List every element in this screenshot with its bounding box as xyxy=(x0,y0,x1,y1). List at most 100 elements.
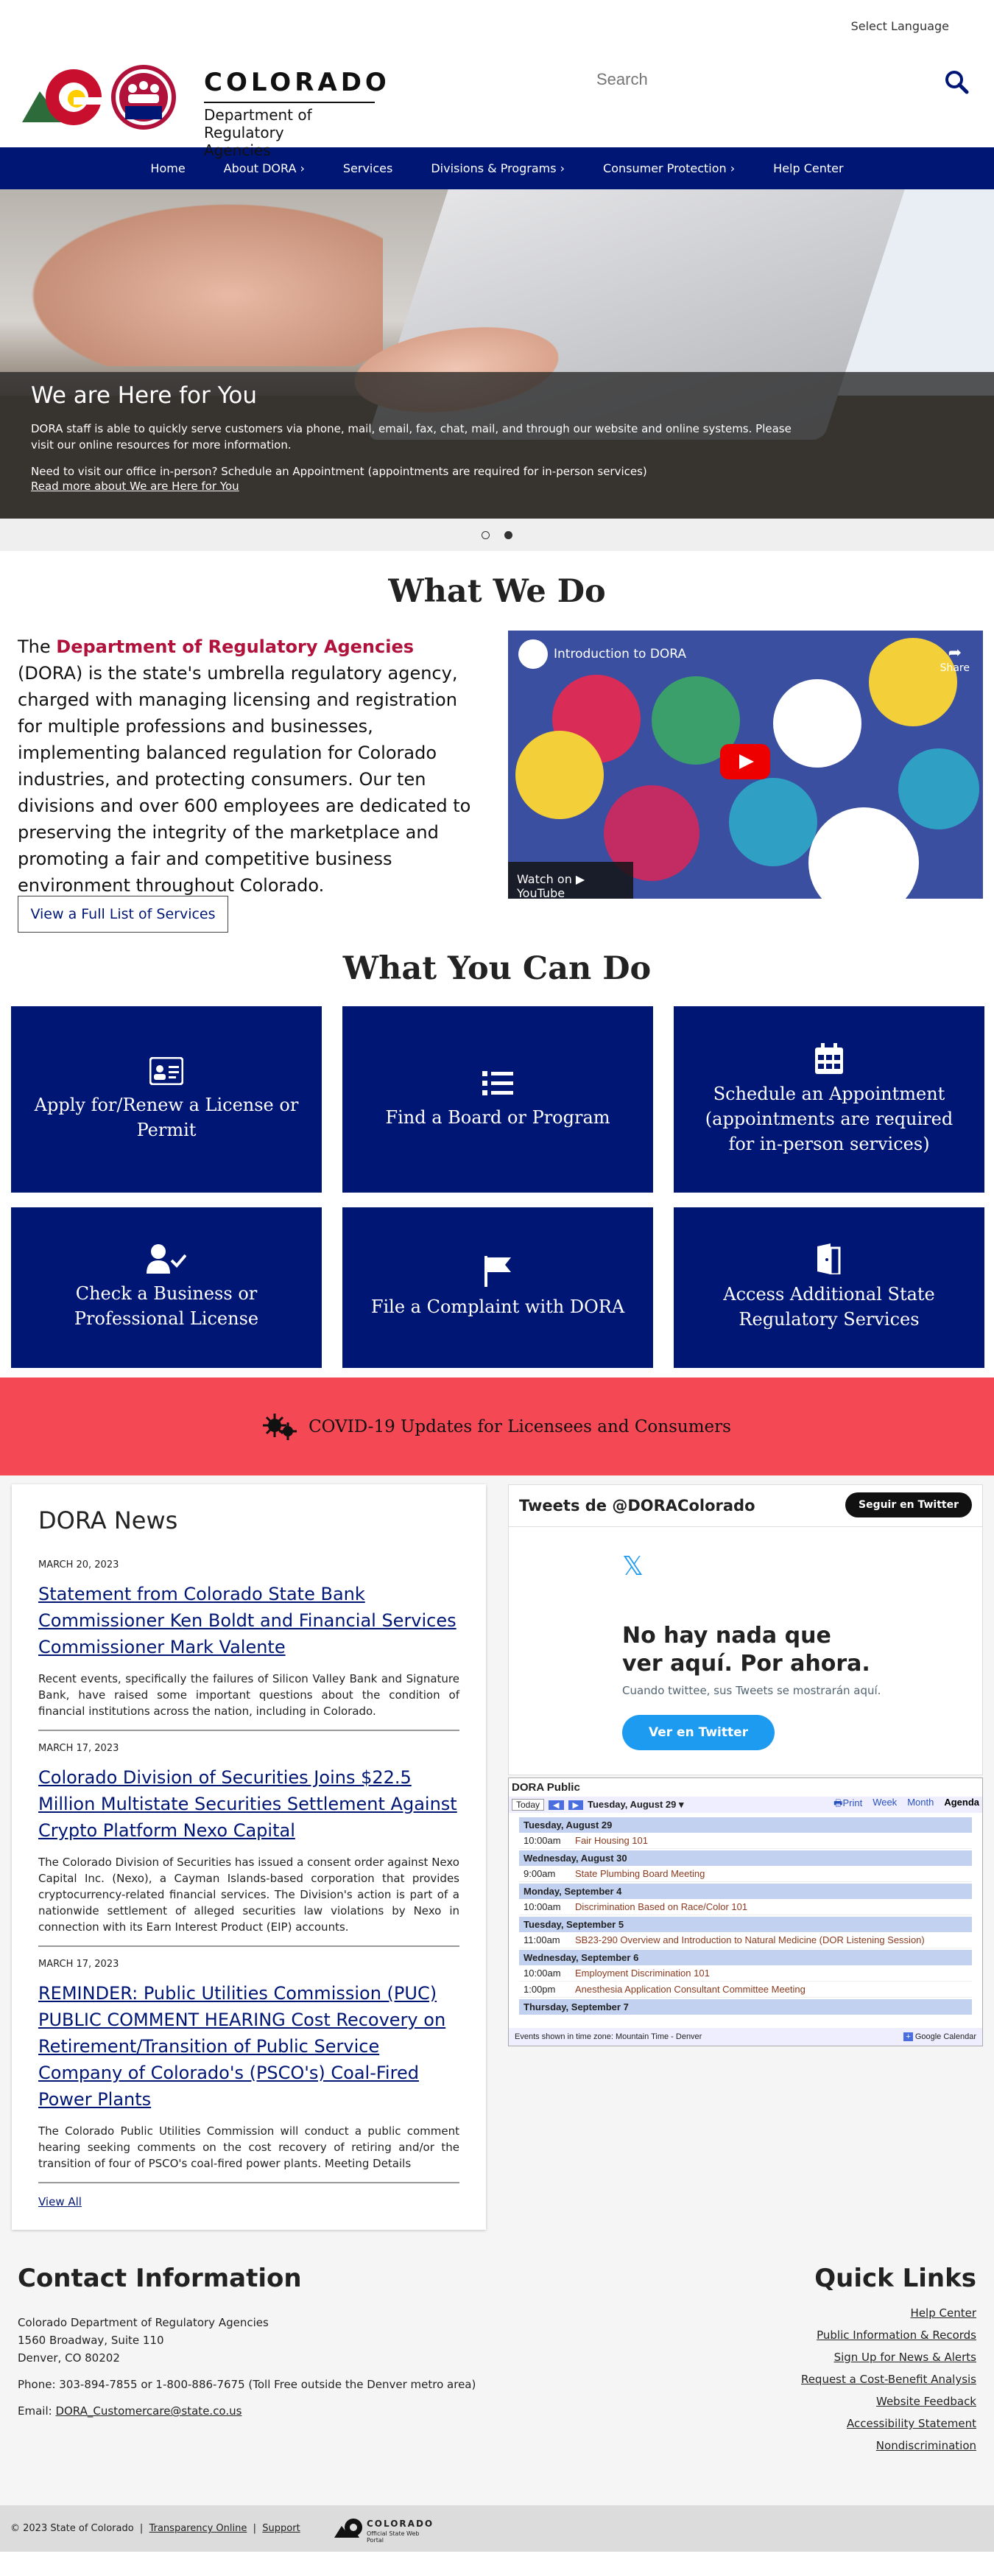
news-social-section: DORA News MARCH 20, 2023 Statement from … xyxy=(0,1475,994,2233)
quick-link-cost-benefit[interactable]: Request a Cost-Benefit Analysis xyxy=(801,2373,976,2386)
event-name: Fair Housing 101 xyxy=(575,1835,648,1846)
hero-read-more-link[interactable]: Read more about We are Here for You xyxy=(31,480,963,493)
nav-help-center[interactable]: Help Center xyxy=(754,161,862,175)
news-title-link[interactable]: REMINDER: Public Utilities Commission (P… xyxy=(38,1980,459,2113)
agenda-event[interactable]: 11:00am SB23-290 Overview and Introductio… xyxy=(519,1932,972,1948)
google-calendar-link[interactable]: + Google Calendar xyxy=(903,2032,976,2041)
hero-caption: We are Here for You DORA staff is able t… xyxy=(0,372,994,519)
card-file-complaint[interactable]: File a Complaint with DORA xyxy=(342,1207,653,1368)
calendar-date-range[interactable]: Tuesday, August 29 ▾ xyxy=(588,1799,684,1811)
colorado-c-icon xyxy=(334,2519,362,2538)
full-services-button[interactable]: View a Full List of Services xyxy=(18,896,228,933)
what-you-can-do-heading: What You Can Do xyxy=(342,950,652,987)
news-summary: Recent events, specifically the failures… xyxy=(38,1672,459,1718)
card-apply-license[interactable]: Apply for/Renew a License or Permit xyxy=(11,1006,322,1193)
agenda-event[interactable]: 9:00am State Plumbing Board Meeting xyxy=(519,1866,972,1882)
agenda-event[interactable]: 10:00am Fair Housing 101 xyxy=(519,1833,972,1849)
card-find-board[interactable]: Find a Board or Program xyxy=(342,1006,653,1193)
nav-home[interactable]: Home xyxy=(131,161,204,175)
contact-address-2: Denver, CO 80202 xyxy=(18,2351,120,2365)
nav-divisions[interactable]: Divisions & Programs › xyxy=(412,161,584,175)
agenda-event[interactable]: 10:00am Discrimination Based on Race/Colo… xyxy=(519,1899,972,1915)
email-link[interactable]: DORA_Customercare@state.co.us xyxy=(55,2404,242,2418)
calendar-toolbar: Today ◀ ▶ Tuesday, August 29 ▾ 🖶Print We… xyxy=(509,1797,982,1813)
news-summary: The Colorado Division of Securities has … xyxy=(38,1856,459,1934)
nav-services[interactable]: Services xyxy=(324,161,412,175)
google-calendar-label: Google Calendar xyxy=(914,2032,976,2041)
site-footer: © 2023 State of Colorado | Transparency … xyxy=(0,2505,994,2552)
quick-link-news-alerts[interactable]: Sign Up for News & Alerts xyxy=(801,2351,976,2364)
prev-arrow-icon[interactable]: ◀ xyxy=(549,1800,564,1810)
card-check-license[interactable]: Check a Business or Professional License xyxy=(11,1207,322,1368)
dora-channel-icon[interactable] xyxy=(518,639,548,669)
video-title[interactable]: Introduction to DORA xyxy=(554,647,686,661)
share-button[interactable]: ➦ Share xyxy=(940,644,970,674)
site-header: COLORADO Department of Regulatory Agenci… xyxy=(0,57,994,159)
quick-link-help-center[interactable]: Help Center xyxy=(801,2306,976,2320)
today-button[interactable]: Today xyxy=(512,1799,545,1811)
calendar-title: DORA Public xyxy=(512,1781,580,1794)
quick-link-feedback[interactable]: Website Feedback xyxy=(801,2395,976,2408)
contact-org: Colorado Department of Regulatory Agenci… xyxy=(18,2316,269,2329)
view-all-news-link[interactable]: View All xyxy=(38,2195,459,2208)
news-heading: DORA News xyxy=(38,1506,178,1534)
card-additional-services[interactable]: Access Additional State Regulatory Servi… xyxy=(674,1207,984,1368)
follow-twitter-button[interactable]: Seguir en Twitter xyxy=(845,1492,972,1517)
quick-link-accessibility[interactable]: Accessibility Statement xyxy=(801,2417,976,2430)
next-arrow-icon[interactable]: ▶ xyxy=(568,1800,583,1810)
quick-links-heading: Quick Links xyxy=(814,2264,976,2293)
what-we-do-heading: What We Do xyxy=(388,573,606,610)
nav-consumer-protection[interactable]: Consumer Protection › xyxy=(584,161,754,175)
what-we-do-section: What We Do The Department of Regulatory … xyxy=(0,551,994,934)
news-item: MARCH 17, 2023 Colorado Division of Secu… xyxy=(38,1743,459,1947)
dept-name-highlight[interactable]: Department of Regulatory Agencies xyxy=(56,636,414,657)
play-icon[interactable] xyxy=(720,744,770,779)
colorado-wordmark: COLORADO xyxy=(204,68,390,97)
event-name: Discrimination Based on Race/Color 101 xyxy=(575,1901,748,1912)
quick-link-public-records[interactable]: Public Information & Records xyxy=(801,2328,976,2342)
video-illustration-face xyxy=(773,679,861,768)
intro-body: (DORA) is the state's umbrella regulator… xyxy=(18,663,471,896)
transparency-link[interactable]: Transparency Online xyxy=(149,2523,247,2534)
dora-logo[interactable]: COLORADO Department of Regulatory Agenci… xyxy=(22,62,387,159)
calendar-footer: Events shown in time zone: Mountain Time… xyxy=(509,2028,982,2046)
agenda-event[interactable]: 10:00am Employment Discrimination 101 xyxy=(519,1965,972,1982)
print-icon: 🖶 xyxy=(833,1797,843,1808)
news-date: MARCH 17, 2023 xyxy=(38,1743,119,1754)
email-label: Email: xyxy=(18,2404,56,2418)
news-title-link[interactable]: Colorado Division of Securities Joins $2… xyxy=(38,1764,459,1844)
card-label: Schedule an Appointment (appointments ar… xyxy=(705,1083,954,1154)
event-name: Employment Discrimination 101 xyxy=(575,1968,710,1979)
hero-image-arm xyxy=(0,189,383,366)
event-time: 9:00am xyxy=(524,1868,556,1879)
quick-link-nondiscrimination[interactable]: Nondiscrimination xyxy=(801,2439,976,2452)
hero-paragraph-2: Need to visit our office in-person? Sche… xyxy=(31,465,647,478)
card-schedule-appointment[interactable]: Schedule an Appointment (appointments ar… xyxy=(674,1006,984,1193)
search-icon[interactable] xyxy=(944,69,969,94)
tab-week[interactable]: Week xyxy=(873,1797,897,1813)
agenda-event[interactable]: 1:00pm Anesthesia Application Consultant … xyxy=(519,1982,972,1998)
event-time: 11:00am xyxy=(524,1934,560,1945)
covid-banner[interactable]: COVID-19 Updates for Licensees and Consu… xyxy=(0,1378,994,1475)
news-title-link[interactable]: Statement from Colorado State Bank Commi… xyxy=(38,1581,459,1660)
card-label: File a Complaint with DORA xyxy=(370,1296,625,1317)
colorado-portal-logo[interactable]: COLORADO Official State Web Portal xyxy=(334,2516,437,2544)
intro-video[interactable]: Introduction to DORA ➦ Share Watch on ▶ Y… xyxy=(508,631,983,899)
search-input[interactable] xyxy=(589,65,884,94)
watch-on-youtube[interactable]: Watch on ▶ YouTube xyxy=(508,862,633,899)
carousel-dot-1[interactable] xyxy=(482,530,490,539)
plus-icon: + xyxy=(903,2032,913,2041)
nav-about[interactable]: About DORA › xyxy=(205,161,324,175)
twitter-title: Tweets de @DORAColorado xyxy=(519,1497,755,1515)
video-illustration-face xyxy=(515,731,604,819)
card-label: Apply for/Renew a License or Permit xyxy=(34,1094,299,1140)
print-button[interactable]: 🖶Print xyxy=(833,1797,862,1813)
support-link[interactable]: Support xyxy=(262,2523,300,2534)
language-select[interactable]: Select Language xyxy=(851,19,949,33)
divider xyxy=(509,1526,982,1527)
timezone-note: Events shown in time zone: Mountain Time… xyxy=(515,2032,702,2041)
view-on-twitter-button[interactable]: Ver en Twitter xyxy=(622,1715,775,1750)
carousel-dot-2[interactable] xyxy=(504,530,512,539)
tab-month[interactable]: Month xyxy=(907,1797,934,1813)
tab-agenda[interactable]: Agenda xyxy=(944,1797,979,1813)
